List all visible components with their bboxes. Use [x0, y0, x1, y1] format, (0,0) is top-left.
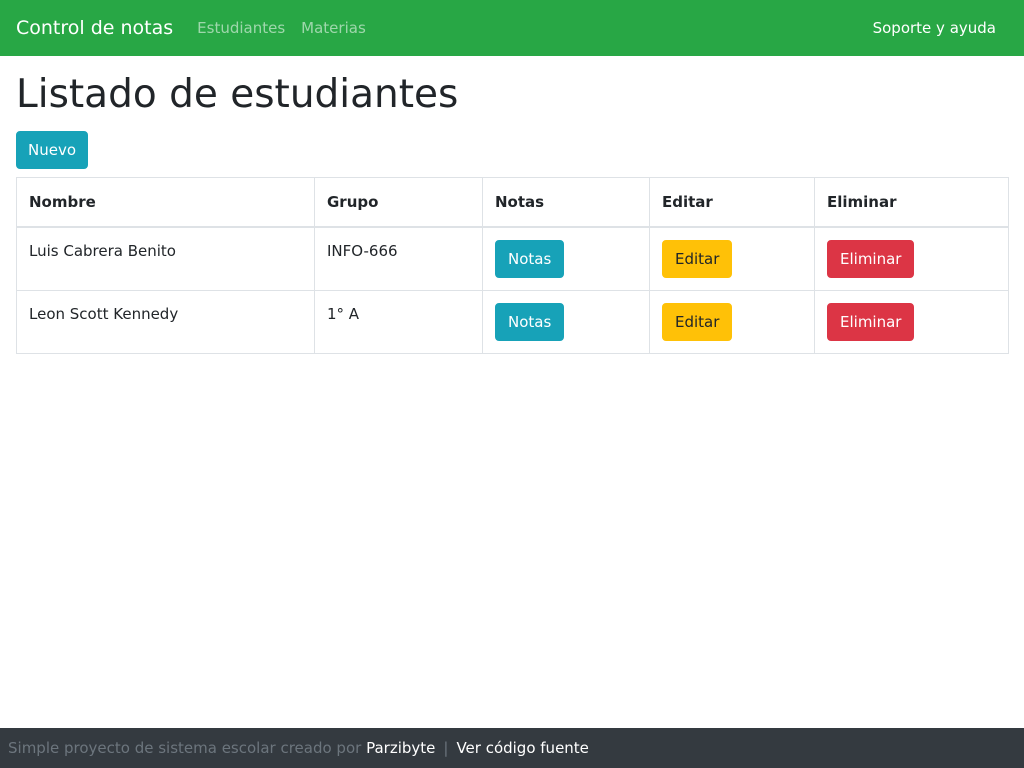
- nav-link-soporte[interactable]: Soporte y ayuda: [873, 19, 996, 37]
- navbar: Control de notas Estudiantes Materias So…: [0, 0, 1024, 56]
- column-header-eliminar: Eliminar: [814, 176, 1009, 229]
- table-row: Leon Scott Kennedy 1° A Notas Editar Eli…: [16, 289, 1009, 354]
- footer-text: Simple proyecto de sistema escolar cread…: [8, 739, 362, 757]
- notas-cell: Notas: [482, 226, 650, 291]
- eliminar-button[interactable]: Eliminar: [827, 302, 915, 341]
- column-header-editar: Editar: [649, 176, 815, 229]
- footer: Simple proyecto de sistema escolar cread…: [0, 728, 1024, 768]
- column-header-grupo: Grupo: [314, 176, 483, 229]
- footer-separator: |: [443, 739, 449, 757]
- nav-link-estudiantes[interactable]: Estudiantes: [197, 19, 285, 37]
- editar-cell: Editar: [649, 226, 815, 291]
- notas-cell: Notas: [482, 289, 650, 354]
- eliminar-cell: Eliminar: [814, 289, 1009, 354]
- student-group: INFO-666: [314, 226, 483, 291]
- new-student-button[interactable]: Nuevo: [16, 130, 88, 169]
- editar-button[interactable]: Editar: [662, 302, 733, 341]
- student-name: Luis Cabrera Benito: [16, 226, 315, 291]
- editar-button[interactable]: Editar: [662, 240, 733, 279]
- students-table: Nombre Grupo Notas Editar Eliminar Luis …: [16, 176, 1009, 354]
- table-header-row: Nombre Grupo Notas Editar Eliminar: [16, 176, 1009, 229]
- nav-link-materias[interactable]: Materias: [301, 19, 366, 37]
- notas-button[interactable]: Notas: [495, 240, 565, 279]
- page-title: Listado de estudiantes: [16, 72, 459, 117]
- table-row: Luis Cabrera Benito INFO-666 Notas Edita…: [16, 226, 1009, 291]
- student-group: 1° A: [314, 289, 483, 354]
- editar-cell: Editar: [649, 289, 815, 354]
- notas-button[interactable]: Notas: [495, 302, 565, 341]
- student-name: Leon Scott Kennedy: [16, 289, 315, 354]
- main-content: Listado de estudiantes Nuevo Nombre Grup…: [16, 56, 1009, 354]
- source-code-link[interactable]: Ver código fuente: [456, 739, 588, 757]
- column-header-nombre: Nombre: [16, 176, 315, 229]
- author-link[interactable]: Parzibyte: [366, 739, 435, 757]
- eliminar-button[interactable]: Eliminar: [827, 240, 915, 279]
- column-header-notas: Notas: [482, 176, 650, 229]
- brand-link[interactable]: Control de notas: [16, 17, 173, 39]
- eliminar-cell: Eliminar: [814, 226, 1009, 291]
